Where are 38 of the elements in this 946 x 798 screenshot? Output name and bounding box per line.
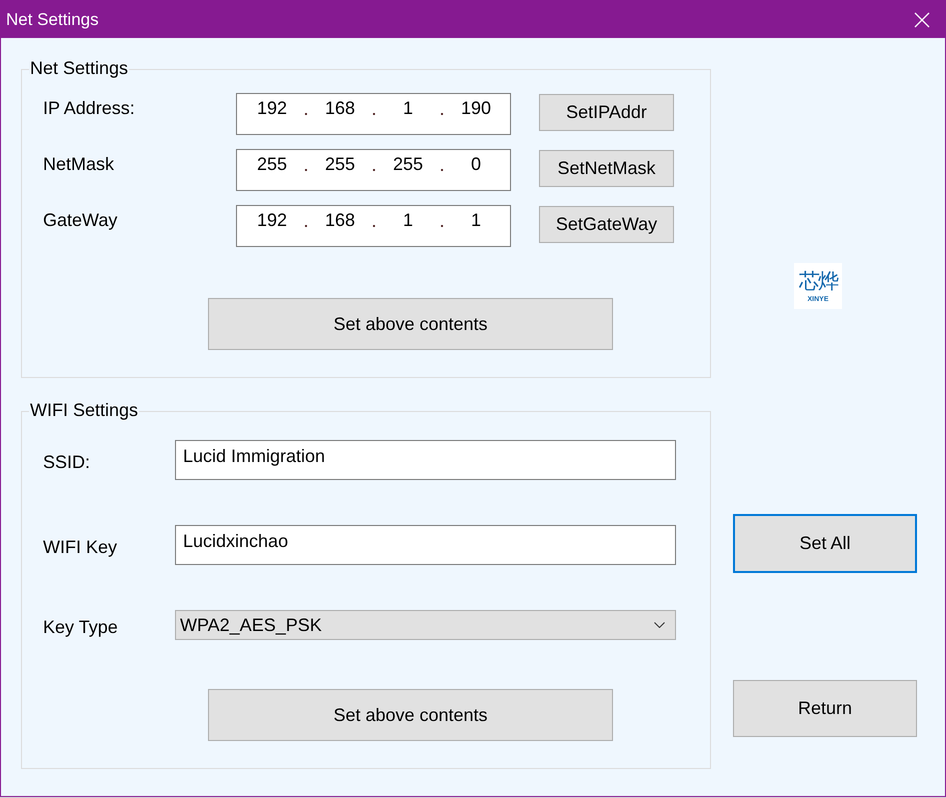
chevron-down-icon: [654, 622, 665, 628]
octet-value: 192: [256, 98, 288, 119]
octet-value: 1: [470, 210, 482, 231]
octet-value: 1: [402, 98, 414, 119]
field-label: NetMask: [43, 154, 116, 175]
field-label: GateWay: [43, 210, 118, 231]
octet-value: 0: [470, 154, 482, 175]
apply-button[interactable]: Set above contents: [208, 689, 613, 741]
octet-value: 168: [324, 98, 356, 119]
octet-value: 190: [460, 98, 492, 119]
octet-value: 255: [392, 154, 424, 175]
set-button[interactable]: SetNetMask: [539, 150, 674, 187]
set-button[interactable]: SetIPAddr: [539, 94, 674, 131]
octet-value: 1: [402, 210, 414, 231]
field-label: IP Address:: [43, 98, 136, 119]
dropdown-value: WPA2_AES_PSK: [180, 614, 322, 636]
action-button[interactable]: Set All: [733, 514, 917, 573]
window-title: Net Settings: [6, 10, 99, 30]
dropdown[interactable]: WPA2_AES_PSK: [175, 610, 676, 640]
apply-button[interactable]: Set above contents: [208, 298, 613, 350]
ip-address-field[interactable]: 192 168 1 1: [236, 205, 511, 247]
ip-address-field[interactable]: 255 255 255 0: [236, 149, 511, 191]
octet-value: 255: [256, 154, 288, 175]
field-label: SSID:: [43, 450, 92, 472]
close-icon: [914, 12, 930, 28]
set-button[interactable]: SetGateWay: [539, 206, 674, 243]
ip-address-field[interactable]: 192 168 1 190: [236, 93, 511, 135]
logo-wordmark: 芯烨: [799, 269, 837, 295]
field-label: WIFI Key: [43, 536, 118, 558]
group-title: Net Settings: [29, 58, 130, 79]
octet-value: 255: [324, 154, 356, 175]
field-label: Key Type: [43, 616, 119, 638]
group-title: WIFI Settings: [29, 400, 140, 421]
octet-value: 168: [324, 210, 356, 231]
text-field[interactable]: Lucid Immigration: [175, 440, 676, 480]
octet-value: 192: [256, 210, 288, 231]
action-button[interactable]: Return: [733, 680, 917, 737]
text-field[interactable]: Lucidxinchao: [175, 525, 676, 565]
